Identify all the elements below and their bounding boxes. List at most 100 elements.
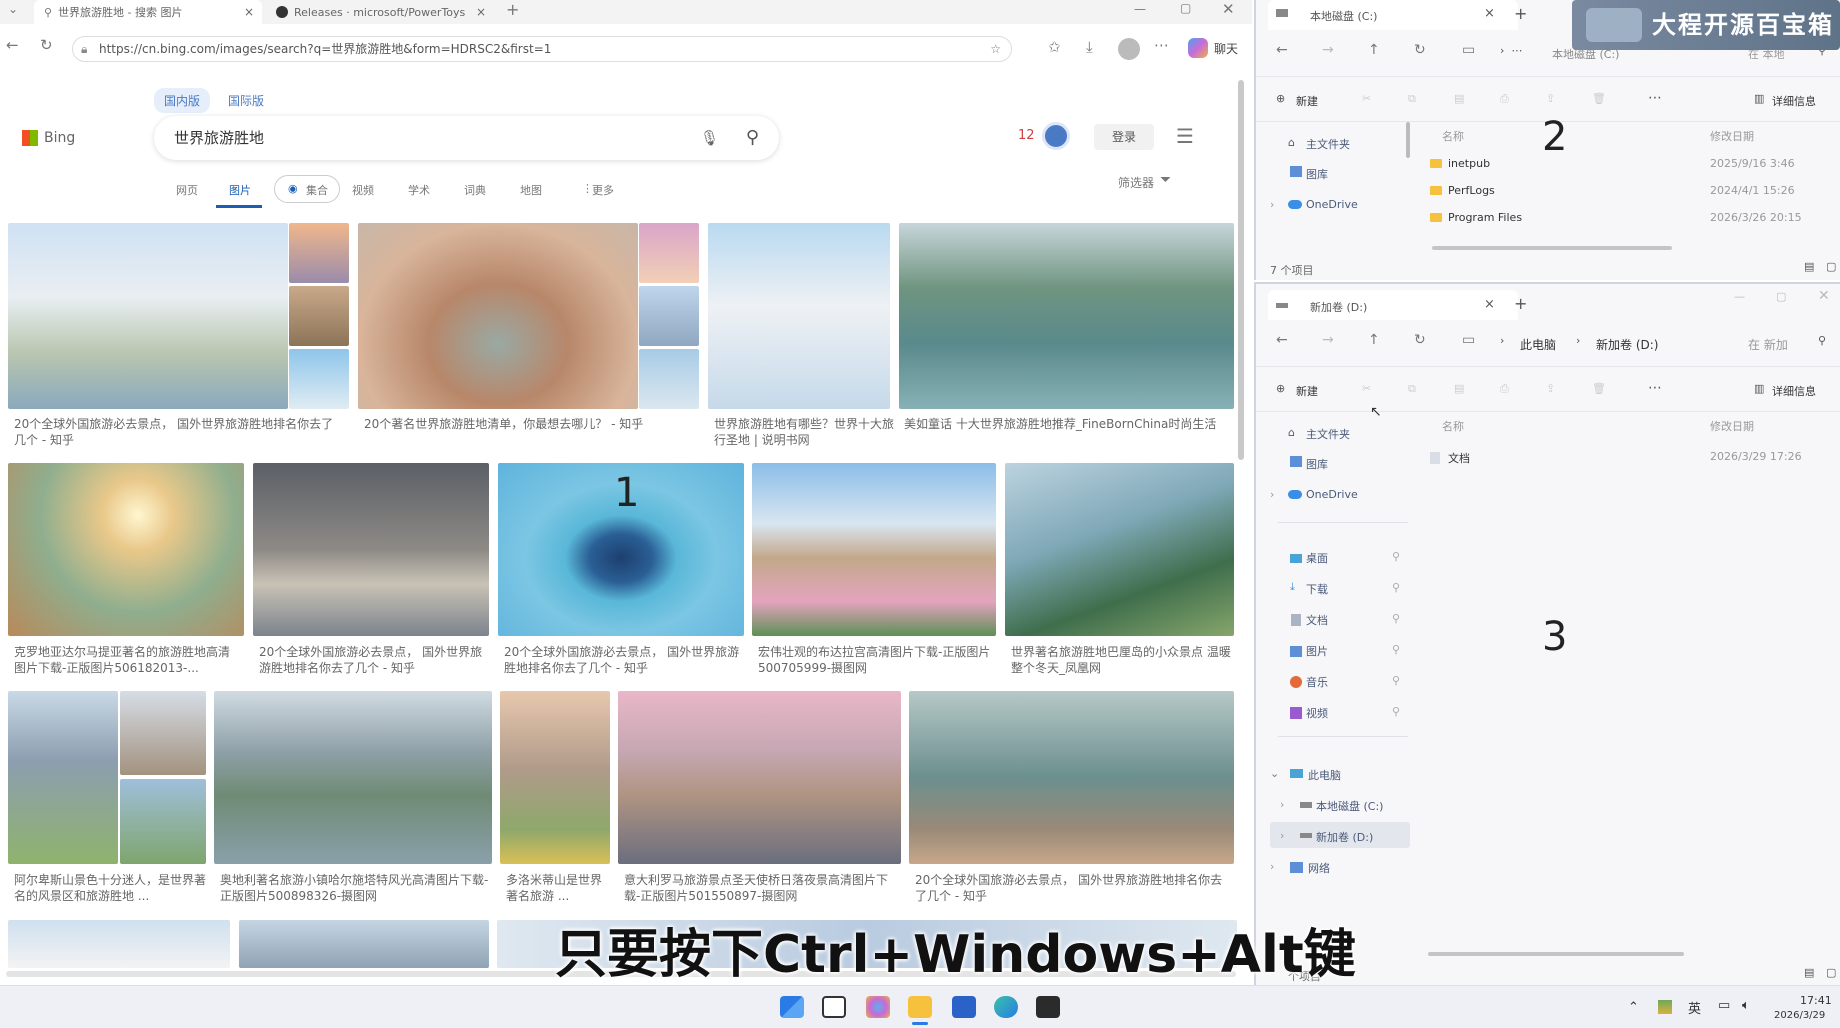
file-row[interactable]: inetpub <box>1430 157 1490 170</box>
image-caption[interactable]: 美如童话 十大世界旅游胜地推荐_FineBornChina时尚生活 <box>904 416 1234 434</box>
image-rome-bridge[interactable] <box>618 691 901 864</box>
column-header-name[interactable]: 名称 <box>1442 128 1464 144</box>
sidebar-item-pictures[interactable]: 图片 <box>1306 643 1328 659</box>
image-horseshoe-bend[interactable] <box>358 223 638 409</box>
cut-icon[interactable]: ✂ <box>1362 92 1371 105</box>
clock-time[interactable]: 17:41 <box>1800 994 1832 1007</box>
image-caption[interactable]: 奥地利著名旅游小镇哈尔施塔特风光高清图片下载-正版图片500898326-摄图网 <box>220 872 492 906</box>
search-input[interactable]: 在 新加 <box>1748 336 1788 353</box>
close-icon[interactable]: × <box>476 5 486 19</box>
image-caption[interactable]: 克罗地亚达尔马提亚著名的旅游胜地高清图片下载-正版图片506182013-... <box>14 644 240 678</box>
share-icon[interactable]: ⇪ <box>1546 92 1555 105</box>
image-caption[interactable]: 20个全球外国旅游必去景点， 国外世界旅游胜地排名你去了几个 - 知乎 <box>915 872 1234 906</box>
favorites-icon[interactable]: ✩ <box>1048 38 1061 56</box>
expand-chevron-icon[interactable]: › <box>1270 860 1274 873</box>
cut-icon[interactable]: ✂ <box>1362 382 1371 395</box>
vertical-scrollbar[interactable] <box>1238 80 1244 460</box>
search-icon[interactable]: ⚲ <box>1818 334 1826 347</box>
sidebar-item-network[interactable]: 网络 <box>1308 860 1330 876</box>
bing-logo[interactable]: Bing <box>22 130 75 146</box>
notepad-icon[interactable] <box>952 996 976 1018</box>
start-windows-icon[interactable] <box>780 996 804 1018</box>
copy-icon[interactable]: ⧉ <box>1408 92 1416 106</box>
delete-icon[interactable]: 🗑︎ <box>1592 382 1606 395</box>
sidebar-item-drive-c[interactable]: 本地磁盘 (C:) <box>1316 798 1383 814</box>
refresh-icon[interactable]: ↻ <box>1414 42 1426 58</box>
sidebar-item-home[interactable]: 主文件夹 <box>1306 136 1350 152</box>
new-button[interactable]: 新建 <box>1296 93 1318 109</box>
maximize-icon[interactable]: ▢ <box>1776 290 1786 303</box>
sidebar-item-gallery[interactable]: 图库 <box>1306 456 1328 472</box>
sidebar-item-videos[interactable]: 视频 <box>1306 705 1328 721</box>
close-icon[interactable]: × <box>244 5 254 19</box>
image-caption[interactable]: 世界旅游胜地有哪些？世界十大旅行圣地 | 说明书网 <box>714 416 894 450</box>
explorer-tab-c[interactable]: 本地磁盘 (C:) × <box>1268 0 1518 30</box>
back-icon[interactable]: ← <box>6 36 19 54</box>
image-caption[interactable]: 多洛米蒂山是世界著名旅游 ... <box>506 872 610 906</box>
image-waterfall[interactable] <box>8 463 244 636</box>
expand-chevron-icon[interactable]: › <box>1280 829 1284 842</box>
task-view-icon[interactable] <box>822 996 846 1018</box>
search-input[interactable]: 世界旅游胜地 🎙︎ ⚲ <box>154 116 779 160</box>
image-thumb[interactable] <box>639 286 699 346</box>
rewards-points[interactable]: 12 <box>1018 128 1035 143</box>
login-button[interactable]: 登录 <box>1094 124 1154 150</box>
tab-powertoys[interactable]: Releases · microsoft/PowerToys × <box>266 0 494 24</box>
image-alps[interactable] <box>8 691 118 864</box>
scope-domestic[interactable]: 国内版 <box>154 88 211 113</box>
clock-date[interactable]: 2026/3/29 <box>1774 1010 1825 1021</box>
new-tab-icon[interactable]: + <box>1514 4 1527 23</box>
file-row[interactable]: Program Files <box>1430 211 1522 224</box>
favorite-star-icon[interactable]: ☆ <box>990 37 1001 61</box>
copy-icon[interactable]: ⧉ <box>1408 382 1416 396</box>
tiles-view-icon[interactable]: ▢ <box>1826 260 1836 273</box>
copilot-taskbar-icon[interactable] <box>866 996 890 1018</box>
pin-icon[interactable]: ⚲ <box>1392 581 1400 594</box>
nav-more[interactable]: 更多 <box>592 182 614 198</box>
collapse-chevron-icon[interactable]: ⌄ <box>1270 767 1279 780</box>
new-tab-icon[interactable]: + <box>506 0 519 19</box>
nav-video[interactable]: 视频 <box>352 182 374 198</box>
download-icon[interactable]: ⤓ <box>1086 38 1093 56</box>
image-thumb[interactable] <box>120 691 206 775</box>
column-header-date[interactable]: 修改日期 <box>1710 128 1754 144</box>
image-thumb[interactable] <box>289 223 349 283</box>
tab-list-icon[interactable]: ⌄ <box>8 2 18 16</box>
maximize-icon[interactable]: ▢ <box>1180 1 1191 15</box>
this-pc-icon[interactable]: ▭ <box>1462 332 1475 348</box>
close-icon[interactable]: × <box>1484 6 1495 21</box>
nav-maps[interactable]: 地图 <box>520 182 542 198</box>
refresh-icon[interactable]: ↻ <box>40 36 53 54</box>
more-icon[interactable]: ⋯ <box>1648 90 1662 106</box>
forward-icon[interactable]: → <box>1322 42 1334 58</box>
search-icon[interactable]: ⚲ <box>746 116 759 160</box>
image-dolomites[interactable] <box>500 691 610 864</box>
microphone-icon[interactable]: 🎙︎ <box>700 116 719 160</box>
details-view-icon[interactable]: ▤ <box>1804 260 1814 273</box>
expand-chevron-icon[interactable]: › <box>1270 198 1274 211</box>
delete-icon[interactable]: 🗑︎ <box>1592 92 1606 105</box>
sidebar-item-home[interactable]: 主文件夹 <box>1306 426 1350 442</box>
path-ellipsis[interactable]: › ⋯ <box>1500 44 1522 57</box>
column-header-date[interactable]: 修改日期 <box>1710 418 1754 434</box>
pin-icon[interactable]: ⚲ <box>1392 643 1400 656</box>
sidebar-item-documents[interactable]: 文档 <box>1306 612 1328 628</box>
paste-icon[interactable]: ▤ <box>1454 92 1464 105</box>
image-caption[interactable]: 阿尔卑斯山景色十分迷人，是世界著名的风景区和旅游胜地 ... <box>14 872 206 906</box>
breadcrumb-drive[interactable]: 新加卷 (D:) <box>1596 336 1658 353</box>
new-button[interactable]: 新建 <box>1296 383 1318 399</box>
ime-indicator[interactable]: 英 <box>1688 998 1701 1017</box>
nav-web[interactable]: 网页 <box>176 182 198 198</box>
image-hallstatt[interactable] <box>214 691 492 864</box>
hamburger-menu-icon[interactable]: ☰ <box>1176 124 1194 148</box>
image-caption[interactable]: 20个著名世界旅游胜地清单，你最想去哪儿？ - 知乎 <box>364 416 694 434</box>
image-partial[interactable] <box>239 920 489 968</box>
profile-avatar[interactable] <box>1118 38 1140 60</box>
copilot-icon[interactable] <box>1188 38 1208 58</box>
sidebar-item-this-pc[interactable]: 此电脑 <box>1308 767 1341 783</box>
scope-international[interactable]: 国际版 <box>218 88 274 113</box>
image-thumb[interactable] <box>639 349 699 409</box>
up-icon[interactable]: ↑ <box>1368 332 1380 348</box>
network-status-icon[interactable]: ▭ <box>1718 998 1730 1013</box>
image-caption[interactable]: 意大利罗马旅游景点圣天使桥日落夜景高清图片下载-正版图片501550897-摄图… <box>624 872 901 906</box>
